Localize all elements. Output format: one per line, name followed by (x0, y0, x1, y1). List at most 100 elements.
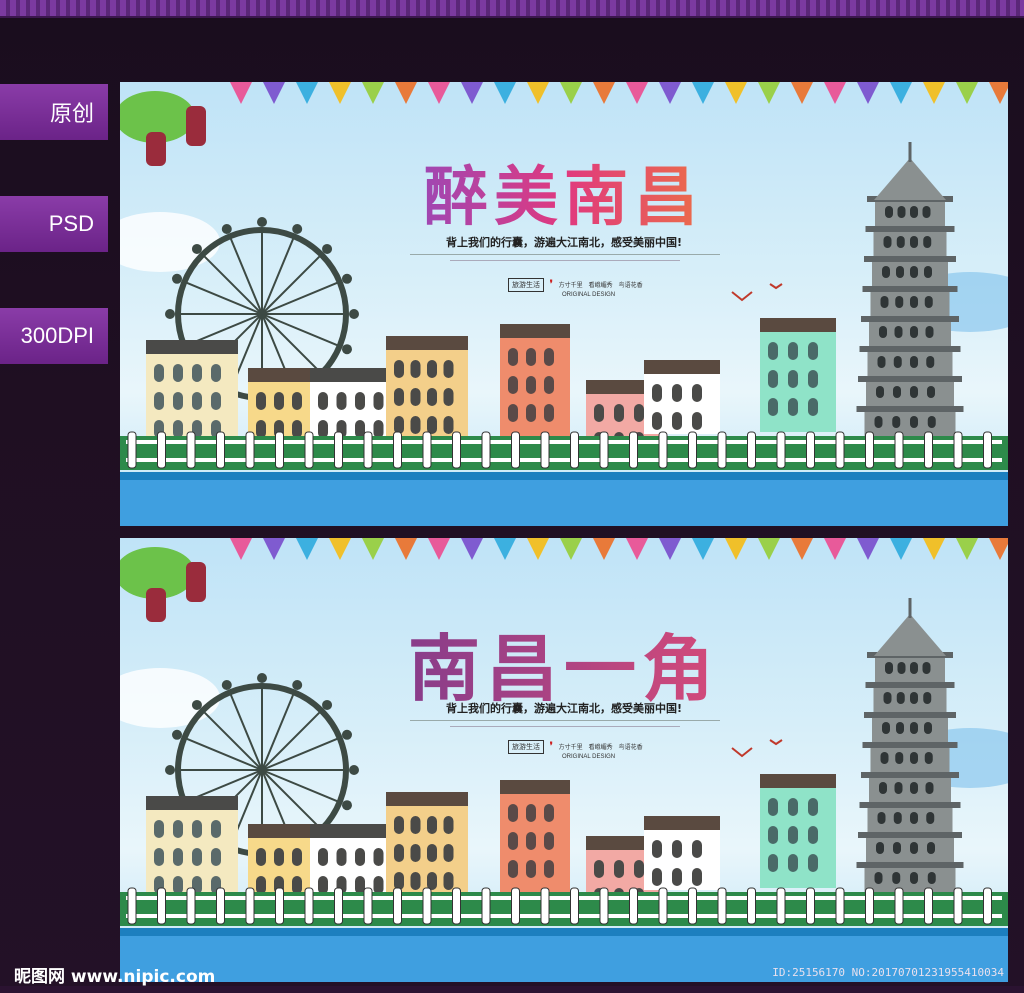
window (924, 752, 933, 764)
window (910, 722, 918, 734)
window (768, 798, 778, 816)
window (544, 860, 554, 878)
bird (769, 283, 783, 290)
tag-format: PSD (0, 196, 108, 252)
window (768, 854, 778, 872)
bunting-flag (263, 538, 285, 560)
window (788, 342, 798, 360)
top-stripe-border (0, 0, 1024, 18)
window (154, 364, 164, 382)
window (192, 820, 202, 838)
window (427, 360, 437, 378)
window (788, 370, 798, 388)
motto-text: 方寸千里 看峨嵋秀 鸟语花香 (558, 283, 643, 289)
window (882, 722, 890, 734)
bunting-flag (395, 538, 417, 560)
window (192, 364, 202, 382)
window (910, 416, 918, 428)
bunting-flag (428, 538, 450, 560)
window (876, 842, 884, 854)
bunting-flag (857, 82, 879, 104)
window (768, 370, 778, 388)
window (895, 296, 904, 308)
window (910, 266, 918, 278)
bunting-flag (758, 82, 780, 104)
window (896, 722, 904, 734)
window (410, 816, 421, 834)
quote-mark: ❜ (549, 279, 553, 290)
window (427, 816, 437, 834)
bunting-flag (494, 538, 516, 560)
window (292, 392, 302, 410)
window (672, 868, 682, 886)
window (910, 326, 918, 338)
window (508, 832, 518, 850)
bunting-flag (824, 538, 846, 560)
window (292, 876, 302, 894)
window (879, 782, 887, 794)
window (877, 356, 886, 368)
bunting-flag (956, 538, 978, 560)
window (394, 360, 404, 378)
bunting-flag (791, 538, 813, 560)
motto-text: 方寸千里 看峨嵋秀 鸟语花香 (558, 745, 643, 751)
window (173, 848, 183, 866)
bunting-flag (362, 538, 384, 560)
window (427, 388, 437, 406)
bunting-flag (989, 82, 1008, 104)
bunting-flag (923, 538, 945, 560)
window (808, 826, 818, 844)
window (154, 848, 164, 866)
water (120, 472, 1008, 526)
window (173, 420, 183, 438)
bunting-flag (296, 538, 318, 560)
window (544, 348, 554, 366)
bunting-flag (230, 538, 252, 560)
quote-mark: ❜ (549, 741, 553, 752)
bunting-flag (461, 538, 483, 560)
window (292, 420, 302, 438)
window (926, 356, 935, 368)
window (410, 360, 421, 378)
window (544, 804, 554, 822)
window (926, 812, 935, 824)
window (526, 804, 536, 822)
window (410, 416, 421, 434)
window (318, 392, 328, 410)
window (927, 386, 935, 398)
bunting-flag (263, 82, 285, 104)
window (788, 854, 798, 872)
window (410, 844, 421, 862)
window (173, 392, 183, 410)
lantern (186, 562, 206, 602)
window (894, 782, 903, 794)
window (614, 404, 624, 422)
window (652, 384, 662, 402)
window (256, 392, 266, 410)
seal-logo: 旅游生活 (508, 278, 544, 292)
water-edge (120, 472, 1008, 480)
fine-print-line (450, 726, 680, 727)
window (544, 376, 554, 394)
window (173, 876, 183, 894)
window (318, 420, 328, 438)
building (644, 360, 720, 434)
window (318, 876, 328, 894)
poster-slogan: 背上我们的行囊，游遍大江南北，感受美丽中国! (445, 702, 682, 715)
window (896, 266, 904, 278)
window (336, 848, 347, 866)
bunting-flag (857, 538, 879, 560)
window (373, 392, 384, 410)
bird (769, 739, 783, 746)
window (443, 872, 454, 890)
window (394, 388, 404, 406)
window (692, 868, 702, 886)
window (508, 860, 518, 878)
lantern (186, 106, 206, 146)
seal-logo: 旅游生活 (508, 740, 544, 754)
window (443, 816, 454, 834)
window (925, 326, 934, 338)
bunting-flag (461, 82, 483, 104)
window (410, 388, 421, 406)
bunting-flag (395, 82, 417, 104)
